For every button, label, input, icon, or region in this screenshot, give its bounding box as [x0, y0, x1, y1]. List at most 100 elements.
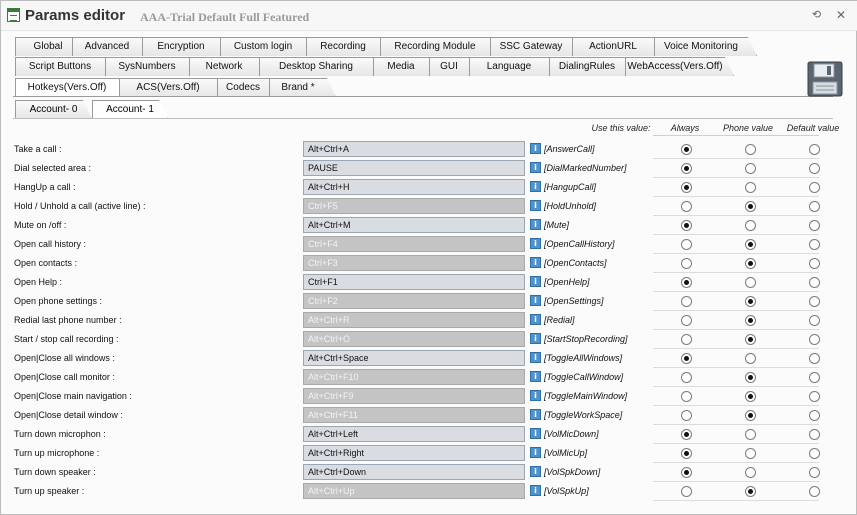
- radio-default[interactable]: [809, 239, 820, 250]
- info-icon[interactable]: i: [530, 295, 541, 306]
- radio-phone[interactable]: [745, 448, 756, 459]
- tab-voice-monitoring[interactable]: Voice Monitoring: [654, 37, 757, 56]
- radio-phone[interactable]: [745, 353, 756, 364]
- radio-phone[interactable]: [745, 201, 756, 212]
- radio-phone[interactable]: [745, 258, 756, 269]
- radio-always[interactable]: [681, 201, 692, 212]
- radio-default[interactable]: [809, 201, 820, 212]
- tab-sysnumbers[interactable]: SysNumbers: [105, 57, 198, 76]
- info-icon[interactable]: i: [530, 257, 541, 268]
- radio-default[interactable]: [809, 163, 820, 174]
- radio-default[interactable]: [809, 220, 820, 231]
- tab-recording-module[interactable]: Recording Module: [380, 37, 499, 56]
- radio-always[interactable]: [681, 258, 692, 269]
- info-icon[interactable]: i: [530, 314, 541, 325]
- hotkey-field[interactable]: Alt+Ctrl+A: [303, 141, 525, 157]
- tab-hotkeys-vers-off[interactable]: Hotkeys(Vers.Off): [15, 78, 128, 97]
- radio-default[interactable]: [809, 410, 820, 421]
- tab-actionurl[interactable]: ActionURL: [572, 37, 663, 56]
- subtab-account-1[interactable]: Account- 1: [92, 100, 168, 119]
- info-icon[interactable]: i: [530, 390, 541, 401]
- hotkey-field[interactable]: PAUSE: [303, 160, 525, 176]
- tab-acs-vers-off[interactable]: ACS(Vers.Off): [119, 78, 226, 97]
- info-icon[interactable]: i: [530, 143, 541, 154]
- radio-default[interactable]: [809, 277, 820, 288]
- floppy-disk-icon[interactable]: [807, 61, 843, 97]
- radio-default[interactable]: [809, 391, 820, 402]
- radio-default[interactable]: [809, 429, 820, 440]
- hotkey-field[interactable]: Alt+Ctrl+Down: [303, 464, 525, 480]
- radio-always[interactable]: [681, 410, 692, 421]
- tab-ssc-gateway[interactable]: SSC Gateway: [490, 37, 581, 56]
- radio-phone[interactable]: [745, 391, 756, 402]
- info-icon[interactable]: i: [530, 276, 541, 287]
- hotkey-field[interactable]: Alt+Ctrl+Space: [303, 350, 525, 366]
- radio-phone[interactable]: [745, 296, 756, 307]
- radio-always[interactable]: [681, 391, 692, 402]
- radio-phone[interactable]: [745, 334, 756, 345]
- info-icon[interactable]: i: [530, 238, 541, 249]
- radio-always[interactable]: [681, 353, 692, 364]
- refresh-icon[interactable]: ⟲: [811, 10, 822, 21]
- radio-default[interactable]: [809, 334, 820, 345]
- tab-webaccess-vers-off[interactable]: WebAccess(Vers.Off): [625, 57, 734, 76]
- radio-default[interactable]: [809, 144, 820, 155]
- info-icon[interactable]: i: [530, 333, 541, 344]
- radio-default[interactable]: [809, 296, 820, 307]
- radio-always[interactable]: [681, 486, 692, 497]
- radio-default[interactable]: [809, 372, 820, 383]
- info-icon[interactable]: i: [530, 181, 541, 192]
- radio-always[interactable]: [681, 372, 692, 383]
- tab-encryption[interactable]: Encryption: [142, 37, 229, 56]
- tab-language[interactable]: Language: [469, 57, 558, 76]
- radio-default[interactable]: [809, 486, 820, 497]
- tab-network[interactable]: Network: [189, 57, 268, 76]
- radio-always[interactable]: [681, 220, 692, 231]
- radio-default[interactable]: [809, 467, 820, 478]
- info-icon[interactable]: i: [530, 409, 541, 420]
- radio-always[interactable]: [681, 315, 692, 326]
- radio-phone[interactable]: [745, 486, 756, 497]
- radio-default[interactable]: [809, 315, 820, 326]
- info-icon[interactable]: i: [530, 371, 541, 382]
- tab-script-buttons[interactable]: Script Buttons: [15, 57, 114, 76]
- hotkey-field[interactable]: Alt+Ctrl+M: [303, 217, 525, 233]
- radio-phone[interactable]: [745, 429, 756, 440]
- tab-recording[interactable]: Recording: [306, 37, 389, 56]
- tab-advanced[interactable]: Advanced: [72, 37, 151, 56]
- radio-phone[interactable]: [745, 277, 756, 288]
- tab-codecs[interactable]: Codecs: [217, 78, 278, 97]
- radio-always[interactable]: [681, 239, 692, 250]
- radio-phone[interactable]: [745, 144, 756, 155]
- radio-default[interactable]: [809, 448, 820, 459]
- radio-always[interactable]: [681, 429, 692, 440]
- radio-always[interactable]: [681, 182, 692, 193]
- tab-desktop-sharing[interactable]: Desktop Sharing: [259, 57, 382, 76]
- radio-phone[interactable]: [745, 315, 756, 326]
- info-icon[interactable]: i: [530, 485, 541, 496]
- radio-phone[interactable]: [745, 163, 756, 174]
- radio-phone[interactable]: [745, 410, 756, 421]
- radio-always[interactable]: [681, 448, 692, 459]
- tab-dialingrules[interactable]: DialingRules: [549, 57, 634, 76]
- close-icon[interactable]: ✕: [835, 9, 847, 21]
- radio-phone[interactable]: [745, 372, 756, 383]
- radio-always[interactable]: [681, 467, 692, 478]
- hotkey-field[interactable]: Alt+Ctrl+Right: [303, 445, 525, 461]
- info-icon[interactable]: i: [530, 219, 541, 230]
- info-icon[interactable]: i: [530, 466, 541, 477]
- radio-phone[interactable]: [745, 239, 756, 250]
- subtab-account-0[interactable]: Account- 0: [15, 100, 92, 119]
- info-icon[interactable]: i: [530, 428, 541, 439]
- info-icon[interactable]: i: [530, 200, 541, 211]
- hotkey-field[interactable]: Ctrl+F1: [303, 274, 525, 290]
- radio-always[interactable]: [681, 334, 692, 345]
- tab-brand[interactable]: Brand *: [269, 78, 336, 97]
- tab-custom-login[interactable]: Custom login: [220, 37, 315, 56]
- radio-default[interactable]: [809, 182, 820, 193]
- radio-phone[interactable]: [745, 467, 756, 478]
- info-icon[interactable]: i: [530, 162, 541, 173]
- info-icon[interactable]: i: [530, 352, 541, 363]
- radio-phone[interactable]: [745, 182, 756, 193]
- tab-media[interactable]: Media: [373, 57, 438, 76]
